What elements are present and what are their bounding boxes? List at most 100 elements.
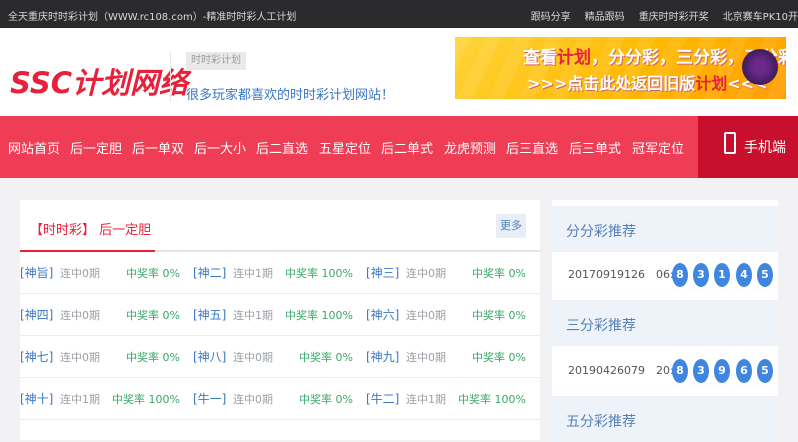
section-header-wfc: 五分彩推荐: [552, 396, 778, 442]
panel-title: 【时时彩】 后一定胆: [30, 223, 152, 238]
nav-item-last2-direct[interactable]: 后二直选: [256, 138, 308, 157]
plan-rate: 中奖率 100%: [285, 267, 353, 280]
draw-result-ffc: 20170919126 06:00 8 3 1 4 5: [552, 252, 778, 298]
plan-rate: 中奖率 0%: [126, 267, 180, 280]
nav-item-last2-single[interactable]: 后二单式: [381, 138, 433, 157]
site-logo[interactable]: SSC计划网络: [10, 60, 188, 102]
table-row: [神十] 连中1期 中奖率 100% [牛一] 连中0期 中奖率 0% [牛二] 连中1期…: [20, 378, 540, 420]
plan-name[interactable]: [神八]: [193, 348, 226, 365]
nav-item-last1-odd-even[interactable]: 后一单双: [132, 138, 184, 157]
nav-item-champion[interactable]: 冠军定位: [632, 138, 684, 157]
plan-name[interactable]: [牛一]: [193, 390, 226, 407]
plan-cell: [神九] 连中0期 中奖率 0%: [366, 348, 538, 366]
plan-name[interactable]: [神旨]: [20, 264, 53, 281]
number-ball: 5: [757, 263, 773, 287]
plan-streak: 连中1期: [60, 393, 100, 406]
nav-item-last3-single[interactable]: 后三单式: [569, 138, 621, 157]
plan-name[interactable]: [神二]: [193, 264, 226, 281]
plan-cell: [神三] 连中0期 中奖率 0%: [366, 264, 538, 282]
main-nav: 网站首页 后一定胆 后一单双 后一大小 后二直选 五星定位 后二单式 龙虎预测 …: [0, 116, 798, 178]
panel-header: 【时时彩】 后一定胆 更多: [20, 200, 540, 252]
plan-rate: 中奖率 0%: [126, 351, 180, 364]
plan-name[interactable]: [神七]: [20, 348, 53, 365]
top-link-cqssc-results[interactable]: 重庆时时彩开奖: [639, 12, 709, 23]
site-description: 全天重庆时时彩计划（WWW.rc108.com）-精准时时彩人工计划: [8, 12, 297, 23]
table-row: [神七] 连中0期 中奖率 0% [神八] 连中0期 中奖率 0% [神九] 连中0期 中奖…: [20, 336, 540, 378]
plan-rate: 中奖率 100%: [458, 393, 526, 406]
record-disc-icon: [742, 49, 778, 85]
plan-name[interactable]: [神三]: [366, 264, 399, 281]
top-bar: 全天重庆时时彩计划（WWW.rc108.com）-精准时时彩人工计划 跟码分享 精…: [0, 0, 798, 28]
mobile-label: 手机端: [744, 140, 786, 156]
number-ball: 4: [736, 263, 752, 287]
plan-streak: 连中0期: [406, 309, 446, 322]
plan-rows: [神旨] 连中0期 中奖率 0% [神二] 连中1期 中奖率 100% [神三] 连中0期…: [20, 252, 540, 420]
logo-divider: [170, 52, 171, 102]
top-link-share[interactable]: 跟码分享: [531, 12, 571, 23]
mobile-version-button[interactable]: 手机端: [698, 116, 798, 178]
phone-icon: [724, 132, 736, 154]
more-button[interactable]: 更多: [496, 214, 526, 238]
plan-cell: [神四] 连中0期 中奖率 0%: [20, 306, 192, 324]
plan-streak: 连中0期: [233, 351, 273, 364]
plan-streak: 连中0期: [60, 267, 100, 280]
plan-cell: [牛二] 连中1期 中奖率 100%: [366, 390, 538, 408]
plan-cell: [牛一] 连中0期 中奖率 0%: [193, 390, 365, 408]
plan-name[interactable]: [神五]: [193, 306, 226, 323]
banner-line-2: >>>点击此处返回旧版计划<<<: [527, 74, 768, 93]
plan-cell: [神五] 连中1期 中奖率 100%: [193, 306, 365, 324]
number-ball: 3: [693, 359, 709, 383]
plan-streak: 连中1期: [406, 393, 446, 406]
number-ball: 5: [757, 359, 773, 383]
plan-cell: [神旨] 连中0期 中奖率 0%: [20, 264, 192, 282]
nav-item-last1-fixed[interactable]: 后一定胆: [70, 138, 122, 157]
plan-rate: 中奖率 0%: [472, 309, 526, 322]
plan-streak: 连中1期: [233, 309, 273, 322]
top-link-pk10-results[interactable]: 北京赛车PK10开: [723, 12, 798, 23]
plan-rate: 中奖率 0%: [472, 267, 526, 280]
plan-rate: 中奖率 100%: [285, 309, 353, 322]
plan-rate: 中奖率 0%: [299, 393, 353, 406]
plan-cell: [神十] 连中1期 中奖率 100%: [20, 390, 192, 408]
plan-rate: 中奖率 0%: [126, 309, 180, 322]
table-row: [神旨] 连中0期 中奖率 0% [神二] 连中1期 中奖率 100% [神三] 连中0期…: [20, 252, 540, 294]
top-link-premium[interactable]: 精品跟码: [585, 12, 625, 23]
plan-streak: 连中0期: [60, 351, 100, 364]
site-header: SSC计划网络 时时彩计划 很多玩家都喜欢的时时彩计划网站！ 查看计划，分分彩，…: [0, 28, 798, 116]
recommendation-sidebar: 分分彩推荐 20170919126 06:00 8 3 1 4 5 三分彩推荐 …: [552, 200, 778, 442]
nav-item-five-star[interactable]: 五星定位: [319, 138, 371, 157]
plan-name[interactable]: [牛二]: [366, 390, 399, 407]
plan-name[interactable]: [神四]: [20, 306, 53, 323]
plan-cell: [神八] 连中0期 中奖率 0%: [193, 348, 365, 366]
draw-issue: 20170919126: [568, 268, 645, 281]
nav-item-home[interactable]: 网站首页: [8, 138, 60, 157]
site-slogan: 很多玩家都喜欢的时时彩计划网站！: [186, 88, 395, 103]
plan-streak: 连中0期: [60, 309, 100, 322]
number-ball: 8: [672, 263, 688, 287]
plan-rate: 中奖率 0%: [472, 351, 526, 364]
number-ball: 8: [672, 359, 688, 383]
top-links: 跟码分享 精品跟码 重庆时时彩开奖 北京赛车PK10开: [517, 8, 798, 23]
plan-streak: 连中0期: [406, 351, 446, 364]
plan-name[interactable]: [神六]: [366, 306, 399, 323]
plan-streak: 连中0期: [406, 267, 446, 280]
nav-item-dragon-tiger[interactable]: 龙虎预测: [444, 138, 496, 157]
nav-item-last1-big-small[interactable]: 后一大小: [194, 138, 246, 157]
number-ball: 6: [736, 359, 752, 383]
site-tag: 时时彩计划: [186, 52, 246, 70]
draw-issue: 20190426079: [568, 364, 645, 377]
plan-name[interactable]: [神九]: [366, 348, 399, 365]
section-header-sfc: 三分彩推荐: [552, 300, 778, 346]
plan-rate: 中奖率 100%: [112, 393, 180, 406]
plan-panel: 【时时彩】 后一定胆 更多 [神旨] 连中0期 中奖率 0% [神二] 连中1期 中奖率…: [20, 200, 540, 440]
plan-rate: 中奖率 0%: [299, 351, 353, 364]
plan-streak: 连中1期: [233, 267, 273, 280]
section-header-ffc: 分分彩推荐: [552, 206, 778, 252]
old-version-banner[interactable]: 查看计划，分分彩，三分彩，五分彩 >>>点击此处返回旧版计划<<<: [455, 37, 786, 99]
number-ball: 9: [714, 359, 730, 383]
number-ball: 3: [693, 263, 709, 287]
number-ball: 1: [714, 263, 730, 287]
plan-name[interactable]: [神十]: [20, 390, 53, 407]
plan-cell: [神七] 连中0期 中奖率 0%: [20, 348, 192, 366]
nav-item-last3-direct[interactable]: 后三直选: [506, 138, 558, 157]
